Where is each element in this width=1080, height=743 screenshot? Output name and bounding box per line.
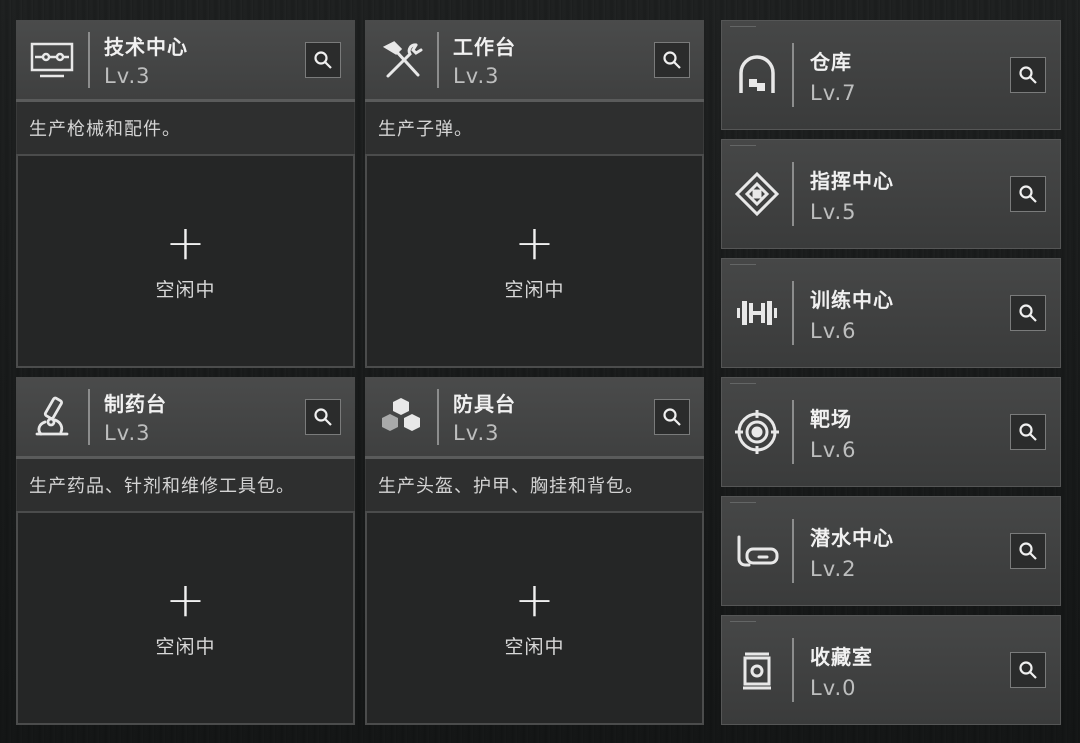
facility-command-center[interactable]: 指挥中心 Lv.5 bbox=[721, 139, 1061, 249]
search-button[interactable] bbox=[654, 398, 690, 435]
header-divider bbox=[88, 31, 90, 88]
facility-diving-center[interactable]: 潜水中心 Lv.2 bbox=[721, 496, 1061, 606]
facility-name: 靶场 bbox=[810, 406, 852, 431]
station-pharmacy: 制药台 Lv.3 生产药品、针剂和维修工具包。 + 空闲中 bbox=[16, 377, 355, 725]
station-description: 生产枪械和配件。 bbox=[16, 102, 355, 154]
target-icon bbox=[722, 378, 792, 486]
search-icon bbox=[1019, 185, 1037, 203]
hammer-wrench-icon bbox=[365, 20, 437, 99]
station-name: 技术中心 bbox=[104, 35, 188, 59]
search-button[interactable] bbox=[1010, 176, 1046, 212]
search-icon bbox=[314, 50, 332, 69]
plus-icon: + bbox=[165, 214, 206, 271]
search-icon bbox=[1019, 542, 1037, 560]
search-button[interactable] bbox=[1010, 57, 1046, 93]
dumbbell-icon bbox=[722, 259, 792, 367]
station-level: Lv.3 bbox=[104, 421, 151, 445]
card-tag bbox=[730, 145, 756, 151]
header-divider bbox=[437, 31, 439, 88]
warehouse-icon bbox=[722, 21, 792, 129]
station-description: 生产子弹。 bbox=[365, 102, 704, 154]
station-header: 技术中心 Lv.3 bbox=[16, 20, 355, 102]
slot-status: 空闲中 bbox=[504, 278, 565, 301]
station-header: 工作台 Lv.3 bbox=[365, 20, 704, 102]
plus-icon: + bbox=[514, 571, 555, 628]
search-icon bbox=[1019, 423, 1037, 441]
facility-name: 指挥中心 bbox=[810, 168, 894, 193]
slot-status: 空闲中 bbox=[155, 278, 216, 301]
production-slot[interactable]: + 空闲中 bbox=[16, 511, 355, 725]
display-case-icon bbox=[722, 616, 792, 724]
card-divider bbox=[792, 638, 794, 702]
search-button[interactable] bbox=[305, 398, 341, 435]
station-workbench: 工作台 Lv.3 生产子弹。 + 空闲中 bbox=[365, 20, 704, 368]
microscope-icon bbox=[16, 377, 88, 456]
facility-level: Lv.5 bbox=[810, 199, 857, 224]
station-tech-center: 技术中心 Lv.3 生产枪械和配件。 + 空闲中 bbox=[16, 20, 355, 368]
card-divider bbox=[792, 281, 794, 345]
facility-level: Lv.7 bbox=[810, 80, 857, 105]
station-armor: 防具台 Lv.3 生产头盔、护甲、胸挂和背包。 + 空闲中 bbox=[365, 377, 704, 725]
station-name: 工作台 bbox=[453, 35, 516, 59]
facility-collection-room[interactable]: 收藏室 Lv.0 bbox=[721, 615, 1061, 725]
production-slot[interactable]: + 空闲中 bbox=[16, 154, 355, 368]
station-name: 防具台 bbox=[453, 392, 516, 416]
search-icon bbox=[314, 407, 332, 426]
facility-level: Lv.0 bbox=[810, 675, 857, 700]
slot-status: 空闲中 bbox=[155, 635, 216, 658]
card-tag bbox=[730, 26, 756, 32]
facility-training-center[interactable]: 训练中心 Lv.6 bbox=[721, 258, 1061, 368]
search-button[interactable] bbox=[1010, 652, 1046, 688]
facility-name: 仓库 bbox=[810, 49, 852, 74]
search-icon bbox=[663, 407, 681, 426]
card-tag bbox=[730, 383, 756, 389]
station-header: 制药台 Lv.3 bbox=[16, 377, 355, 459]
search-button[interactable] bbox=[1010, 295, 1046, 331]
station-description: 生产头盔、护甲、胸挂和背包。 bbox=[365, 459, 704, 511]
card-tag bbox=[730, 621, 756, 627]
header-divider bbox=[88, 388, 90, 445]
facility-warehouse[interactable]: 仓库 Lv.7 bbox=[721, 20, 1061, 130]
card-divider bbox=[792, 162, 794, 226]
search-icon bbox=[1019, 304, 1037, 322]
emblem-icon bbox=[722, 140, 792, 248]
diving-mask-icon bbox=[722, 497, 792, 605]
cubes-icon bbox=[365, 377, 437, 456]
search-button[interactable] bbox=[1010, 414, 1046, 450]
card-divider bbox=[792, 519, 794, 583]
card-divider bbox=[792, 43, 794, 107]
header-divider bbox=[437, 388, 439, 445]
plus-icon: + bbox=[514, 214, 555, 271]
search-button[interactable] bbox=[305, 41, 341, 78]
station-description: 生产药品、针剂和维修工具包。 bbox=[16, 459, 355, 511]
station-level: Lv.3 bbox=[104, 64, 151, 88]
facility-name: 潜水中心 bbox=[810, 525, 894, 550]
production-slot[interactable]: + 空闲中 bbox=[365, 511, 704, 725]
search-button[interactable] bbox=[654, 41, 690, 78]
search-icon bbox=[1019, 661, 1037, 679]
facility-name: 收藏室 bbox=[810, 644, 873, 669]
station-name: 制药台 bbox=[104, 392, 167, 416]
plus-icon: + bbox=[165, 571, 206, 628]
card-divider bbox=[792, 400, 794, 464]
facility-level: Lv.6 bbox=[810, 318, 857, 343]
search-button[interactable] bbox=[1010, 533, 1046, 569]
facility-level: Lv.6 bbox=[810, 437, 857, 462]
facility-shooting-range[interactable]: 靶场 Lv.6 bbox=[721, 377, 1061, 487]
facility-level: Lv.2 bbox=[810, 556, 857, 581]
station-header: 防具台 Lv.3 bbox=[365, 377, 704, 459]
search-icon bbox=[1019, 66, 1037, 84]
computer-icon bbox=[16, 20, 88, 99]
card-tag bbox=[730, 264, 756, 270]
station-level: Lv.3 bbox=[453, 421, 500, 445]
card-tag bbox=[730, 502, 756, 508]
production-slot[interactable]: + 空闲中 bbox=[365, 154, 704, 368]
search-icon bbox=[663, 50, 681, 69]
slot-status: 空闲中 bbox=[504, 635, 565, 658]
facility-name: 训练中心 bbox=[810, 287, 894, 312]
station-level: Lv.3 bbox=[453, 64, 500, 88]
